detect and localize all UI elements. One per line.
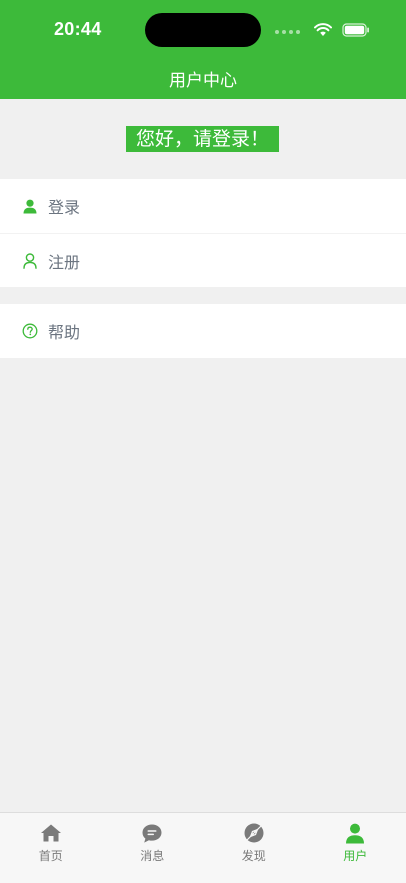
page-title: 用户中心 <box>169 71 237 91</box>
account-menu: 登录 注册 <box>0 179 406 287</box>
login-greeting[interactable]: 您好，请登录！ <box>126 126 279 152</box>
wifi-icon <box>314 22 332 41</box>
greeting-section: 您好，请登录！ <box>0 99 406 179</box>
menu-label-login: 登录 <box>48 198 81 217</box>
bottom-tab-bar: 首页 消息 发现 用户 <box>0 812 406 883</box>
tab-label-messages: 消息 <box>140 849 165 863</box>
discover-icon <box>243 822 265 844</box>
tab-label-discover: 发现 <box>241 849 266 863</box>
menu-label-register: 注册 <box>48 252 81 272</box>
tab-user[interactable]: 用户 <box>305 813 406 883</box>
user-filled-icon <box>22 198 38 214</box>
status-icons <box>275 22 370 41</box>
menu-item-login[interactable]: 登录 <box>0 179 406 233</box>
user-outline-icon <box>22 252 38 269</box>
tab-discover[interactable]: 发现 <box>203 813 305 883</box>
help-menu: 帮助 <box>0 304 406 358</box>
tab-label-home: 首页 <box>38 849 63 863</box>
tab-label-user: 用户 <box>343 849 368 863</box>
tab-home[interactable]: 首页 <box>0 813 102 883</box>
menu-item-help[interactable]: 帮助 <box>0 304 406 358</box>
menu-label-help: 帮助 <box>48 323 81 342</box>
cellular-signal-icon <box>275 29 300 34</box>
battery-icon <box>342 22 370 41</box>
top-bar: 20:44 用户中心 <box>0 0 406 99</box>
menu-item-register[interactable]: 注册 <box>0 233 406 287</box>
message-icon <box>141 822 163 844</box>
status-time: 20:44 <box>54 19 102 39</box>
tab-messages[interactable]: 消息 <box>102 813 204 883</box>
help-circle-icon <box>22 323 38 339</box>
dynamic-island <box>145 13 261 47</box>
user-icon <box>344 822 366 844</box>
home-icon <box>40 822 62 844</box>
